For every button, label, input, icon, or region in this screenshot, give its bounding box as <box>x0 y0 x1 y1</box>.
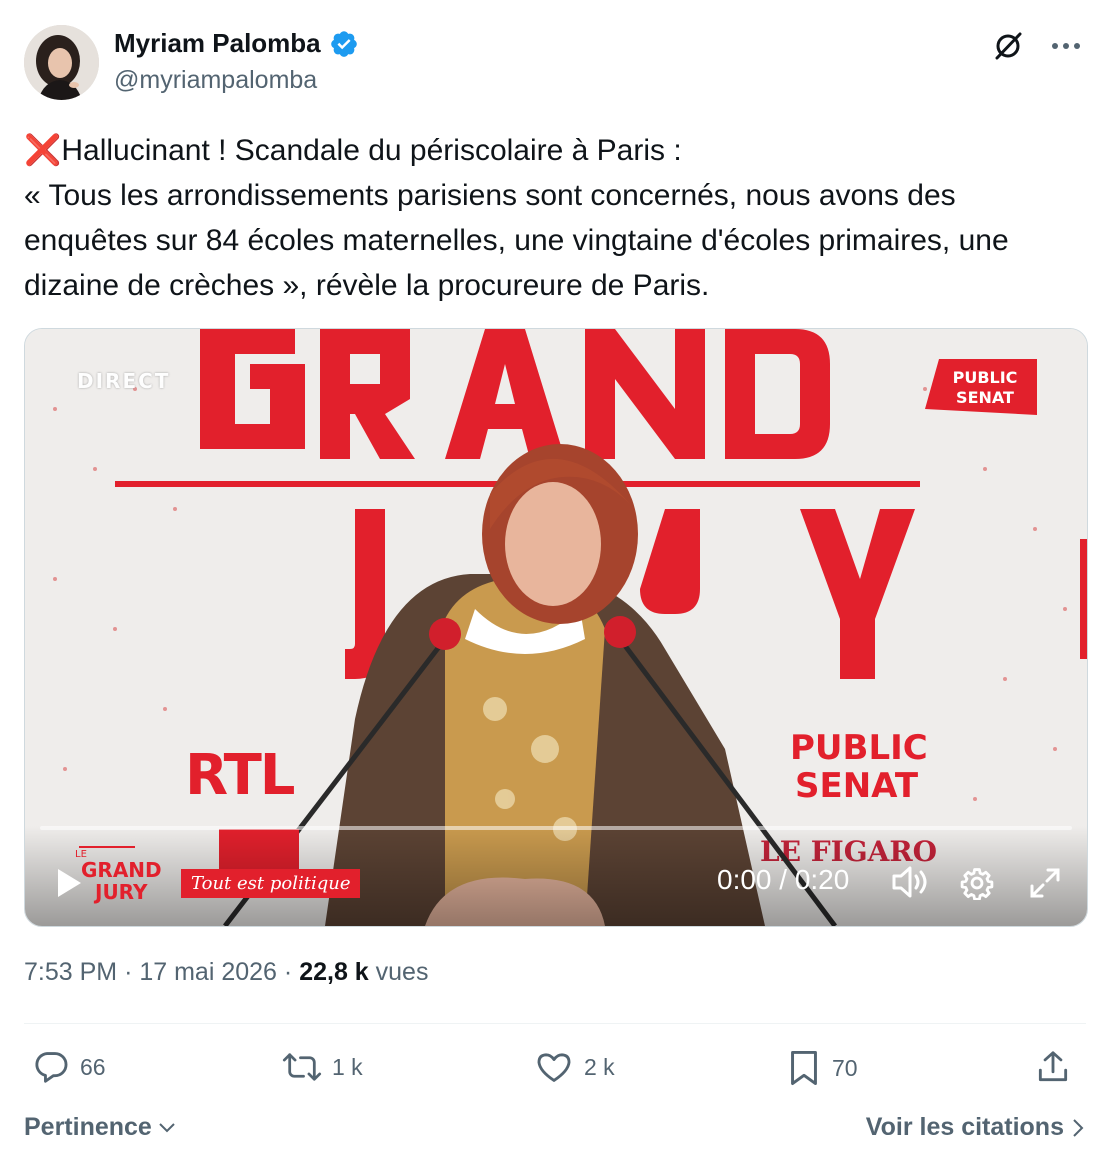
like-count: 2 k <box>584 1053 615 1080</box>
bookmark-icon <box>791 1050 817 1086</box>
sort-label: Pertinence <box>24 1113 152 1141</box>
views-count: 22,8 k <box>299 958 369 986</box>
chevron-down-icon <box>159 1122 175 1132</box>
sort-dropdown[interactable]: Pertinence <box>24 1113 176 1142</box>
show-logo-grand: GRAND <box>81 858 162 882</box>
meta-separator: · <box>283 958 300 986</box>
repost-count: 1 k <box>332 1053 363 1080</box>
divider <box>24 1023 1086 1024</box>
quotes-label: Voir les citations <box>865 1113 1064 1141</box>
reply-icon <box>35 1052 68 1083</box>
volume-icon[interactable] <box>891 865 929 904</box>
author-name[interactable]: Myriam Palomba <box>114 28 321 59</box>
meta-separator: · <box>124 958 140 986</box>
reply-count: 66 <box>80 1053 106 1080</box>
cross-mark-emoji: ❌ <box>24 134 62 167</box>
tweet-line1: Hallucinant ! Scandale du périscolaire à… <box>61 134 682 167</box>
tweet-body: « Tous les arrondissements parisiens son… <box>24 179 1009 302</box>
show-logo-jury: JURY <box>93 880 148 904</box>
public-senat-badge: PUBLIC SENAT <box>925 359 1037 415</box>
author-handle[interactable]: @myriampalomba <box>114 66 317 95</box>
channel-badge-line2: SENAT <box>956 388 1014 407</box>
show-tagline: Tout est politique <box>181 869 361 898</box>
fullscreen-icon[interactable] <box>1028 866 1062 905</box>
video-progress-bar[interactable] <box>40 826 1072 830</box>
channel-badge-line1: PUBLIC <box>953 368 1018 387</box>
action-bar: 66 1 k 2 k 70 <box>24 1048 1086 1094</box>
play-icon[interactable] <box>55 867 83 899</box>
svg-text:PUBLIC: PUBLIC <box>790 728 928 768</box>
bookmark-button[interactable]: 70 <box>786 1048 858 1088</box>
grand-jury-logo: LE GRAND JURY <box>75 846 162 904</box>
svg-text:RTL: RTL <box>185 743 295 808</box>
settings-gear-icon[interactable] <box>960 866 994 905</box>
video-time: 0:00 / 0:20 <box>717 864 850 895</box>
grok-icon[interactable] <box>990 28 1026 64</box>
repost-icon <box>282 1053 322 1081</box>
reply-button[interactable]: 66 <box>32 1048 106 1086</box>
live-label: DIRECT <box>77 369 171 393</box>
svg-text:SENAT: SENAT <box>795 766 919 806</box>
share-icon <box>1038 1051 1068 1082</box>
tweet-date[interactable]: 17 mai 2026 <box>139 958 277 986</box>
avatar[interactable] <box>24 25 99 100</box>
chevron-right-icon <box>1073 1118 1084 1137</box>
tweet-text: ❌Hallucinant ! Scandale du périscolaire … <box>24 128 1084 308</box>
repost-button[interactable]: 1 k <box>282 1048 363 1086</box>
share-button[interactable] <box>1034 1048 1072 1086</box>
bookmark-count: 70 <box>832 1054 858 1081</box>
heart-icon <box>537 1053 571 1082</box>
more-icon[interactable] <box>1048 28 1084 64</box>
tweet-meta: 7:53 PM · 17 mai 2026 · 22,8 k vues <box>24 958 428 987</box>
like-button[interactable]: 2 k <box>534 1048 615 1086</box>
view-quotes-link[interactable]: Voir les citations <box>866 1113 1084 1142</box>
tweet-time[interactable]: 7:53 PM <box>24 958 117 986</box>
video-player[interactable]: RTL PUBLIC SENAT LE FIGARO DIRECT PUBLIC… <box>24 328 1088 927</box>
views-label: vues <box>375 958 429 986</box>
verified-badge-icon[interactable] <box>329 29 359 59</box>
